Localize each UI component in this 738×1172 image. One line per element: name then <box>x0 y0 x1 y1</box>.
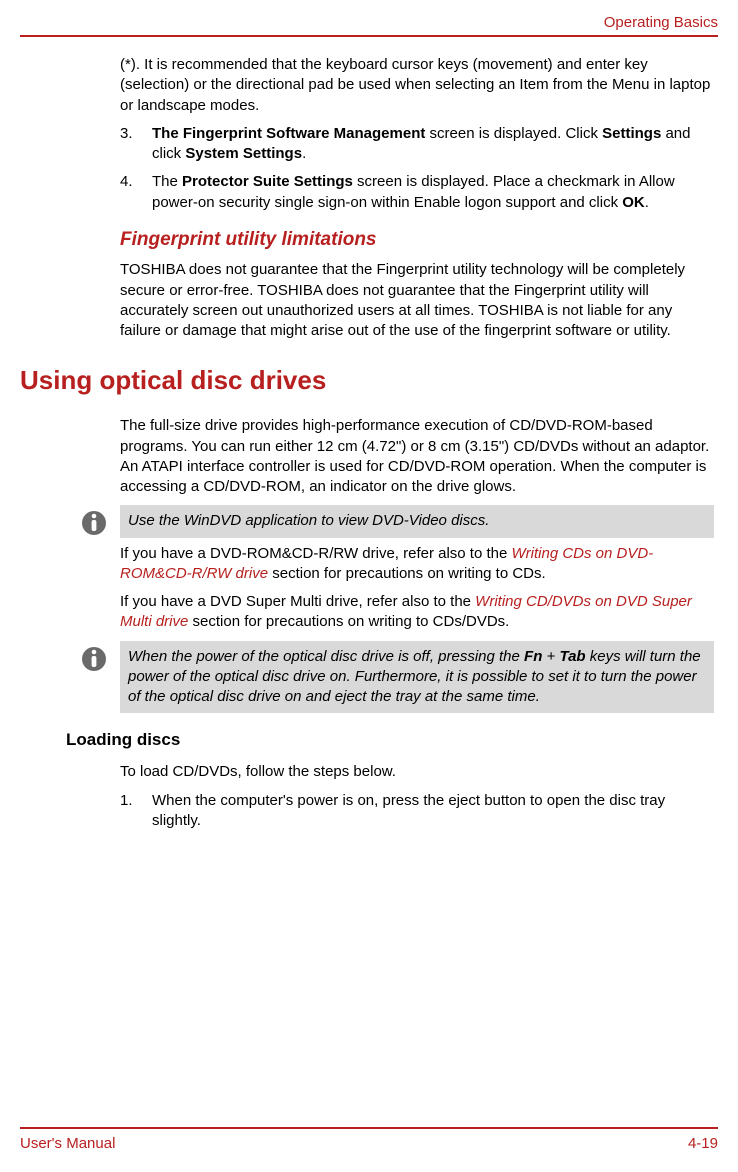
optical-paragraph: The full-size drive provides high-perfor… <box>120 416 714 497</box>
list-item-load-1: 1. When the computer's power is on, pres… <box>120 791 714 832</box>
text: screen is displayed. Click <box>425 125 602 142</box>
list-number: 1. <box>120 791 138 832</box>
dvd-para-1: If you have a DVD-ROM&CD-R/RW drive, ref… <box>120 544 714 585</box>
text-bold: The Fingerprint Software Management <box>152 125 425 142</box>
loading-paragraph: To load CD/DVDs, follow the steps below. <box>120 762 714 782</box>
dvd-para-2: If you have a DVD Super Multi drive, ref… <box>120 592 714 633</box>
note-box-2: When the power of the optical disc drive… <box>120 641 714 714</box>
text-bold: Tab <box>559 648 585 665</box>
list-body: The Protector Suite Settings screen is d… <box>152 172 714 213</box>
list-body: The Fingerprint Software Management scre… <box>152 124 714 165</box>
text: + <box>542 648 559 665</box>
text-bold: Fn <box>524 648 542 665</box>
text: When the power of the optical disc drive… <box>128 648 524 665</box>
text-bold: Protector Suite Settings <box>182 173 353 190</box>
list-body: When the computer's power is on, press t… <box>152 791 714 832</box>
text: section for precautions on writing to CD… <box>188 613 509 630</box>
heading-fingerprint-limitations: Fingerprint utility limitations <box>120 227 714 253</box>
fingerprint-paragraph: TOSHIBA does not guarantee that the Fing… <box>120 260 714 341</box>
note-box-1: Use the WinDVD application to view DVD-V… <box>120 505 714 537</box>
info-icon <box>80 645 108 673</box>
text: The <box>152 173 182 190</box>
list-item-4: 4. The Protector Suite Settings screen i… <box>120 172 714 213</box>
text-bold: Settings <box>602 125 661 142</box>
text: . <box>302 145 306 162</box>
header-section: Operating Basics <box>20 14 718 35</box>
intro-paragraph: (*). It is recommended that the keyboard… <box>120 55 714 116</box>
content-area: (*). It is recommended that the keyboard… <box>20 55 718 1127</box>
list-number: 4. <box>120 172 138 213</box>
footer: User's Manual 4-19 <box>20 1127 718 1152</box>
header-rule <box>20 35 718 37</box>
text: section for precautions on writing to CD… <box>268 565 546 582</box>
text: . <box>645 194 649 211</box>
text: If you have a DVD-ROM&CD-R/RW drive, ref… <box>120 545 512 562</box>
heading-loading-discs: Loading discs <box>66 729 714 752</box>
heading-optical-drives: Using optical disc drives <box>20 363 714 398</box>
footer-left: User's Manual <box>20 1135 115 1152</box>
list-number: 3. <box>120 124 138 165</box>
text-bold: System Settings <box>185 145 302 162</box>
footer-right: 4-19 <box>688 1135 718 1152</box>
list-item-3: 3. The Fingerprint Software Management s… <box>120 124 714 165</box>
text: If you have a DVD Super Multi drive, ref… <box>120 593 475 610</box>
text-bold: OK <box>622 194 645 211</box>
note-text: Use the WinDVD application to view DVD-V… <box>128 512 489 529</box>
note-text: When the power of the optical disc drive… <box>128 648 701 706</box>
info-icon <box>80 509 108 537</box>
